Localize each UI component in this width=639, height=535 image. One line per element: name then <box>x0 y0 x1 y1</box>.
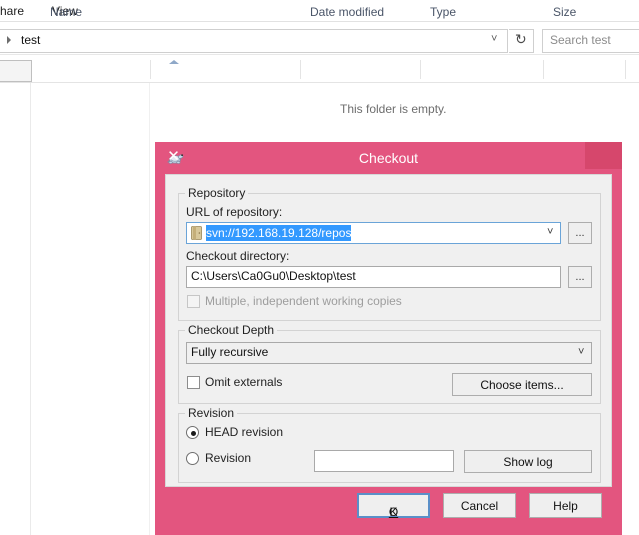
revision-radio[interactable] <box>186 452 199 465</box>
column-divider[interactable] <box>150 60 151 79</box>
column-header-divider <box>0 82 639 83</box>
dialog-body: Repository URL of repository: svn://192.… <box>165 174 612 487</box>
checkout-directory-browse-button[interactable]: ... <box>568 266 592 288</box>
column-header-type[interactable]: Type <box>430 5 456 19</box>
navigation-pane-splitter[interactable] <box>30 83 31 535</box>
cancel-label: Cancel <box>444 499 515 513</box>
omit-externals-label[interactable]: Omit externals <box>205 375 282 389</box>
address-bar-row: test ˅ ↻ Search test <box>0 29 639 54</box>
breadcrumb-chevron-icon <box>7 36 11 44</box>
checkout-depth-group-label: Checkout Depth <box>185 323 277 337</box>
column-header-date-modified[interactable]: Date modified <box>310 5 384 19</box>
checkout-directory-label: Checkout directory: <box>186 249 289 263</box>
column-header-name[interactable]: Name <box>50 5 82 19</box>
breadcrumb-path[interactable]: test <box>21 33 40 47</box>
multiple-working-copies-checkbox <box>187 295 200 308</box>
head-revision-label[interactable]: HEAD revision <box>205 425 283 439</box>
ok-button[interactable]: OK <box>357 493 430 518</box>
checkout-directory-value[interactable]: C:\Users\Ca0Gu0\Desktop\test <box>191 269 356 283</box>
url-browse-label: ... <box>569 227 591 239</box>
column-divider[interactable] <box>420 60 421 79</box>
ribbon-divider <box>0 21 639 22</box>
choose-items-button[interactable]: Choose items... <box>452 373 592 396</box>
select-all-checkbox-header[interactable] <box>0 60 32 82</box>
repository-group-label: Repository <box>185 186 248 200</box>
url-label: URL of repository: <box>186 205 282 219</box>
omit-externals-checkbox[interactable] <box>187 376 200 389</box>
column-divider[interactable] <box>625 60 626 79</box>
address-dropdown-chevron-down-icon[interactable]: ˅ <box>491 33 497 45</box>
checkout-depth-chevron-down-icon[interactable]: ˅ <box>578 346 584 358</box>
multiple-working-copies-label: Multiple, independent working copies <box>205 294 402 308</box>
repository-folder-icon <box>190 225 204 241</box>
show-log-button[interactable]: Show log <box>464 450 592 473</box>
checkout-directory-browse-label: ... <box>569 271 591 283</box>
file-list-left-edge <box>149 83 150 535</box>
column-divider[interactable] <box>543 60 544 79</box>
checkout-depth-value: Fully recursive <box>191 345 268 359</box>
checkout-dialog: Checkout ✕ Repository URL of repository:… <box>155 142 622 535</box>
refresh-icon: ↻ <box>515 32 527 48</box>
help-label: Help <box>530 499 601 513</box>
help-button[interactable]: Help <box>529 493 602 518</box>
revision-number-input[interactable] <box>314 450 454 472</box>
dialog-title: Checkout <box>155 150 622 166</box>
sort-ascending-icon <box>169 60 179 64</box>
revision-label[interactable]: Revision <box>205 451 251 465</box>
cancel-button[interactable]: Cancel <box>443 493 516 518</box>
address-divider <box>0 54 639 55</box>
url-browse-button[interactable]: ... <box>568 222 592 244</box>
search-placeholder: Search test <box>550 33 611 47</box>
show-log-label: Show log <box>465 456 591 468</box>
url-dropdown-chevron-down-icon[interactable]: ˅ <box>547 226 553 238</box>
close-button[interactable] <box>585 142 622 169</box>
address-bar[interactable] <box>0 29 508 53</box>
ribbon-tab-share[interactable]: Share <box>0 4 24 18</box>
choose-items-label: Choose items... <box>453 379 591 391</box>
head-revision-radio-dot <box>191 431 196 436</box>
url-value[interactable]: svn://192.168.19.128/repos <box>206 225 351 241</box>
column-header-size[interactable]: Size <box>553 5 576 19</box>
ok-rest: K <box>359 505 428 519</box>
column-divider[interactable] <box>300 60 301 79</box>
close-icon: ✕ <box>155 147 192 165</box>
revision-group-label: Revision <box>185 406 237 420</box>
empty-folder-message: This folder is empty. <box>340 102 446 116</box>
head-revision-radio[interactable] <box>186 426 199 439</box>
